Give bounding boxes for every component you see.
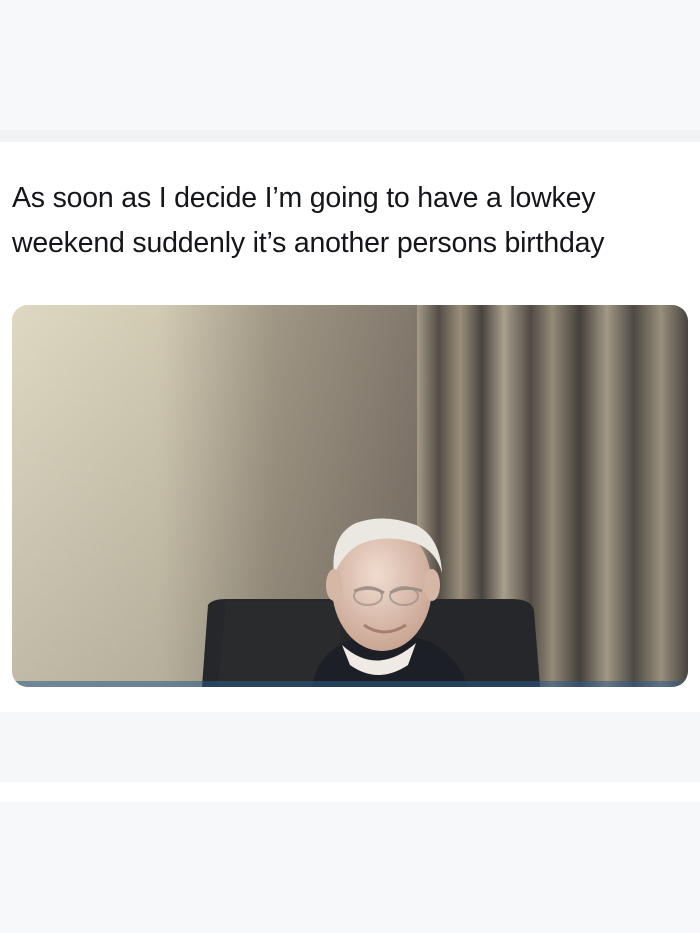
post-text: As soon as I decide I’m going to have a … (12, 176, 688, 266)
lower-blank-area (0, 712, 700, 782)
top-blank-area (0, 0, 700, 130)
lower-divider (0, 782, 700, 802)
photo-illustration (12, 305, 688, 687)
bottom-blank-area (0, 802, 700, 933)
post-image[interactable] (12, 305, 688, 687)
post-text-line-2: weekend suddenly it’s another persons bi… (12, 227, 605, 259)
top-divider (0, 130, 700, 142)
post-text-line-1: As soon as I decide I’m going to have a … (12, 182, 596, 214)
